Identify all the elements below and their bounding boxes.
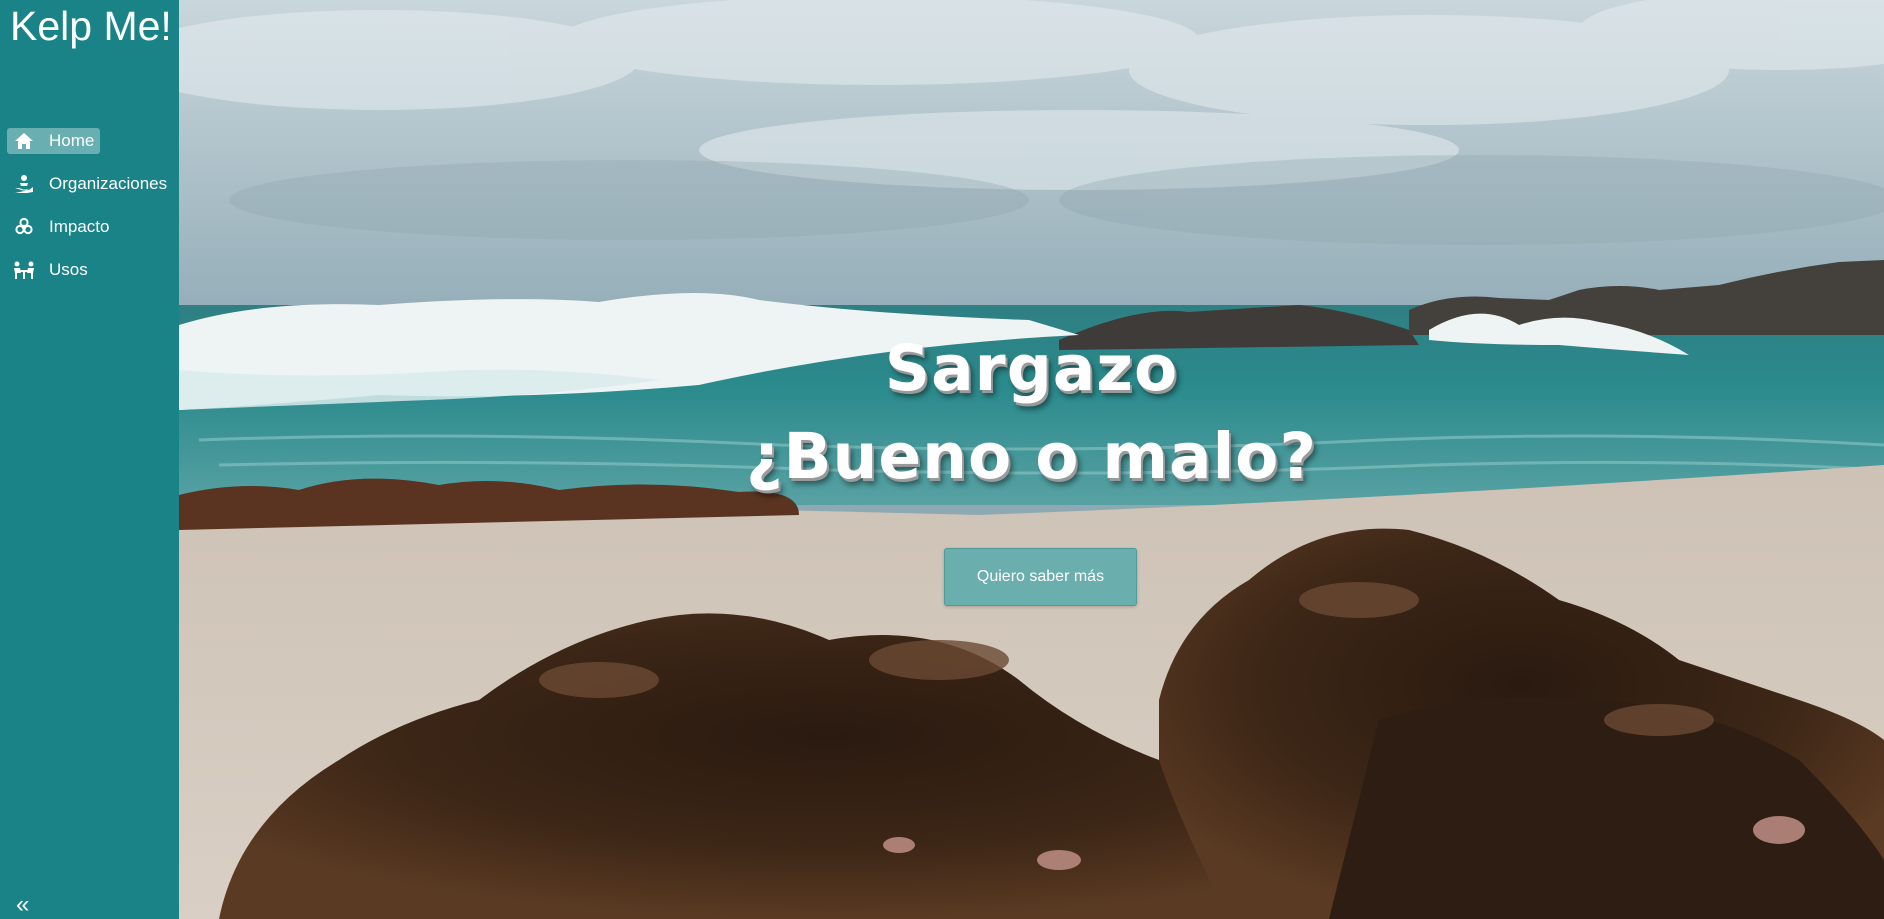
hero-title-line-1: Sargazo [884,332,1179,405]
sidebar-nav: Home Organizaciones Impacto Usos [7,128,173,300]
sidebar-item-label: Organizaciones [49,174,168,193]
sidebar-item-organizaciones[interactable]: Organizaciones [7,171,173,197]
hand-holding-person-icon [13,174,35,194]
learn-more-button[interactable]: Quiero saber más [944,548,1137,606]
collapse-sidebar-button[interactable]: « [16,893,29,917]
biohazard-icon [13,217,35,237]
brand-title[interactable]: Kelp Me! [10,2,172,50]
hero-section: Sargazo ¿Bueno o malo? Quiero saber más [179,0,1884,919]
sidebar-item-home[interactable]: Home [7,128,101,154]
sidebar-item-usos[interactable]: Usos [7,257,94,283]
hero-title-line-2: ¿Bueno o malo? [745,420,1317,493]
sidebar-item-impacto[interactable]: Impacto [7,214,115,240]
sidebar-item-label: Usos [49,260,88,279]
sidebar: Kelp Me! Home Organizaciones Impacto Uso… [0,0,179,919]
home-icon [13,131,35,151]
people-at-table-icon [13,260,35,280]
sidebar-item-label: Impacto [49,217,110,236]
sidebar-item-label: Home [49,131,95,150]
hero-title: Sargazo ¿Bueno o malo? [179,325,1884,501]
